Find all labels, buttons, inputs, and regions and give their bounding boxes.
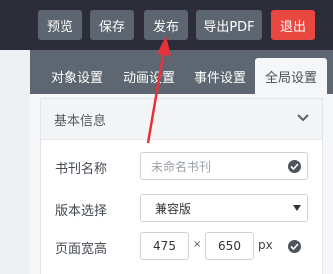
tab-global-settings[interactable]: 全局设置 [255,58,327,94]
preview-button[interactable]: 预览 [38,10,82,40]
tab-object-settings[interactable]: 对象设置 [47,58,107,94]
page-width-value: 475 [153,239,176,253]
chevron-down-icon[interactable] [296,113,310,123]
section-title: 基本信息 [54,114,107,129]
canvas-area [0,50,30,274]
page-height-input[interactable]: 650 [205,232,254,260]
title-input[interactable]: 未命名书刊 [140,152,308,180]
settings-tab-bar: 对象设置 动画设置 事件设置 全局设置 [30,50,333,94]
export-pdf-button[interactable]: 导出PDF [196,10,262,40]
page-width-input[interactable]: 475 [140,232,189,260]
unit-label: px [258,238,273,252]
title-placeholder: 未命名书刊 [151,159,212,174]
page-size-label: 页面宽高 [55,242,108,257]
publish-button[interactable]: 发布 [144,10,188,40]
times-sign: × [193,239,202,250]
exit-button[interactable]: 退出 [271,10,315,40]
section-header[interactable]: 基本信息 [41,99,322,140]
page-height-value: 650 [218,239,241,253]
check-circle-icon [288,160,301,173]
tab-animation-settings[interactable]: 动画设置 [119,58,179,94]
caret-down-icon [293,205,301,211]
title-label: 书刊名称 [55,162,108,177]
top-toolbar: 预览 保存 发布 导出PDF 退出 [0,0,333,50]
version-label: 版本选择 [55,204,108,219]
save-button[interactable]: 保存 [90,10,134,40]
version-select[interactable]: 兼容版 [140,194,308,222]
tab-event-settings[interactable]: 事件设置 [190,58,250,94]
version-value: 兼容版 [155,201,192,216]
check-circle-icon [288,240,301,253]
